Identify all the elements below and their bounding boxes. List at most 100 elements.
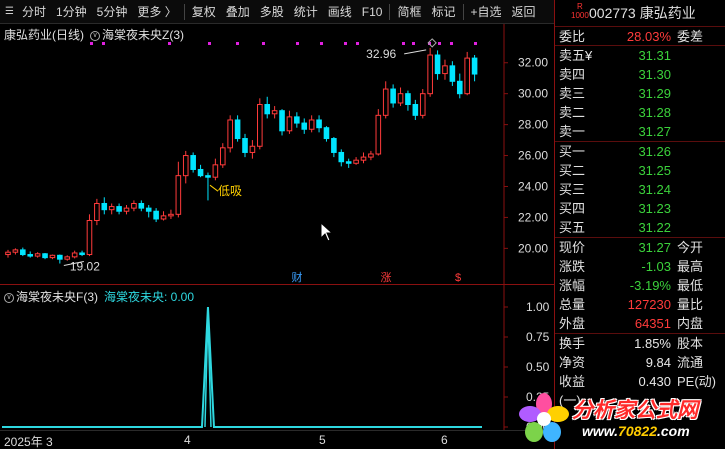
date-label: 6 xyxy=(441,433,448,447)
stat-label: 涨幅 xyxy=(559,278,586,293)
bid-label: 买二 xyxy=(559,163,586,178)
toolbar-btn-0[interactable]: 分时 xyxy=(17,0,51,24)
sub-series-label: 海棠夜未央: 0.00 xyxy=(104,290,195,304)
price-tick-label: 24.00 xyxy=(518,179,548,193)
price-tick-label: 26.00 xyxy=(518,149,548,163)
signal-dot xyxy=(344,42,347,45)
candle-body xyxy=(175,175,182,215)
toolbar-btn-10[interactable]: 简框 xyxy=(392,0,426,24)
event-marker[interactable]: $ xyxy=(455,272,461,284)
candle-body xyxy=(205,175,211,178)
event-marker[interactable]: 涨 xyxy=(381,271,392,284)
candle-body xyxy=(64,256,71,260)
stat-value: 0.430 xyxy=(638,374,671,389)
weibi-row: 委比 28.03% 委差 xyxy=(555,26,725,45)
candle-body xyxy=(86,220,93,256)
stat-label-2: 流通 xyxy=(677,355,704,370)
toolbar-btn-1[interactable]: 1分钟 xyxy=(51,0,92,24)
signal-dot xyxy=(320,42,323,45)
url-suffix: .com xyxy=(656,423,690,439)
candle-body xyxy=(316,119,322,129)
sub-indicator-label: 海棠夜未央F(3) xyxy=(16,290,98,304)
bid-row: 买四 31.23 xyxy=(555,199,725,218)
toolbar-btn-3[interactable]: 更多 〉 xyxy=(132,0,181,24)
candle-body xyxy=(308,119,315,130)
candle-body xyxy=(227,119,233,149)
candle-body xyxy=(464,57,470,95)
watermark-title: 分析家公式网 xyxy=(572,399,698,422)
signal-dot xyxy=(474,42,477,45)
bid-label: 买一 xyxy=(559,144,586,159)
toolbar-btn-9[interactable]: F10 xyxy=(357,0,388,24)
indicator-svg: 0.000.250.500.751.00 xyxy=(2,285,550,431)
ask-row: 卖四 31.30 xyxy=(555,65,725,84)
candle-body xyxy=(168,213,174,217)
weicha-label: 委差 xyxy=(677,29,704,44)
candle-body xyxy=(5,251,11,256)
quote-header: R 1000 002773 康弘药业 xyxy=(555,0,725,26)
ask-price: 31.27 xyxy=(638,124,671,139)
candle-body xyxy=(249,145,256,153)
toolbar-btn-8[interactable]: 画线 xyxy=(323,0,357,24)
bid-label: 买四 xyxy=(559,201,586,216)
toolbar-btn-5[interactable]: 叠加 xyxy=(221,0,255,24)
indicator-chart[interactable]: ∨海棠夜未央F(3) 海棠夜未央: 0.00 0.000.250.500.751… xyxy=(0,284,554,431)
indicator-series-line xyxy=(2,306,482,428)
toolbar-btn-11[interactable]: 标记 xyxy=(426,0,460,24)
sub-indicator-name[interactable]: ∨ 海棠夜未央F(3) xyxy=(4,288,98,305)
toolbar-btn-13[interactable]: 返回 xyxy=(507,0,541,24)
menu-icon[interactable]: ☰ xyxy=(0,6,17,17)
stat-value: 64351 xyxy=(634,316,671,331)
sub-chart-header: ∨ 海棠夜未央F(3) 海棠夜未央: 0.00 xyxy=(4,288,194,305)
candle-body xyxy=(434,54,441,75)
signal-dot xyxy=(296,42,299,45)
toolbar-btn-6[interactable]: 多股 xyxy=(255,0,289,24)
candle-body xyxy=(116,206,122,212)
kline-svg: 20.00 22.00 24.00 26.00 28.00 30.00 32.00 32.96… xyxy=(5,24,548,284)
toolbar-btn-2[interactable]: 5分钟 xyxy=(92,0,133,24)
candle-body xyxy=(279,110,285,132)
ask-label: 卖三 xyxy=(559,86,586,101)
candle-body xyxy=(34,253,41,257)
candle-body xyxy=(286,116,293,132)
toolbar-btn-7[interactable]: 统计 xyxy=(289,0,323,24)
bid-row: 买三 31.24 xyxy=(555,180,725,199)
stat-value: 1.85% xyxy=(634,336,671,351)
stat-label-2: 最高 xyxy=(677,259,704,274)
stat-row: 现价 31.27 今开 xyxy=(555,238,725,257)
candle-body xyxy=(382,88,389,116)
toolbar-btn-4[interactable]: 复权 xyxy=(187,0,221,24)
date-axis: 2025年 3 4 5 6 xyxy=(0,430,554,449)
candle-body xyxy=(160,215,167,220)
candle-body xyxy=(71,252,78,258)
stats2-list: 换手 1.85% 股本 净资 9.84 流通 收益(一) 0.430 PE(动) xyxy=(555,333,725,408)
stat-value: 31.27 xyxy=(638,240,671,255)
candle-body xyxy=(108,206,115,211)
stat-value: 127230 xyxy=(627,297,671,312)
candle-body xyxy=(49,254,56,259)
stat-row: 换手 1.85% 股本 xyxy=(555,334,725,353)
candle-body xyxy=(182,155,189,177)
candle-body xyxy=(449,65,456,82)
candle-body xyxy=(323,127,330,140)
price-tick-label: 22.00 xyxy=(518,210,548,224)
toolbar-btn-12[interactable]: +自选 xyxy=(466,0,507,24)
main-indicator-label: 海棠夜未央Z(3) xyxy=(102,28,184,42)
bid-price: 31.26 xyxy=(638,144,671,159)
candle-body xyxy=(456,80,463,95)
signal-dot xyxy=(208,42,211,45)
main-indicator-name[interactable]: ∨ 海棠夜未央Z(3) xyxy=(90,26,184,43)
chevron-down-icon[interactable]: ∨ xyxy=(90,30,100,41)
candle-body xyxy=(405,93,411,106)
event-marker[interactable]: 财 xyxy=(292,270,303,284)
candle-body xyxy=(264,104,271,115)
kline-chart[interactable]: 康弘药业(日线) ∨ 海棠夜未央Z(3) 20.00 22.00 24.00 26.00… xyxy=(0,24,554,284)
ask-price: 31.31 xyxy=(638,48,671,63)
ask-price: 31.28 xyxy=(638,105,671,120)
toolbar-divider xyxy=(183,3,185,20)
url-prefix: www. xyxy=(582,423,619,439)
candle-body xyxy=(345,161,352,164)
stat-row: 外盘 64351 内盘 xyxy=(555,314,725,333)
stat-row: 总量 127230 量比 xyxy=(555,295,725,314)
chevron-down-icon[interactable]: ∨ xyxy=(4,292,14,303)
